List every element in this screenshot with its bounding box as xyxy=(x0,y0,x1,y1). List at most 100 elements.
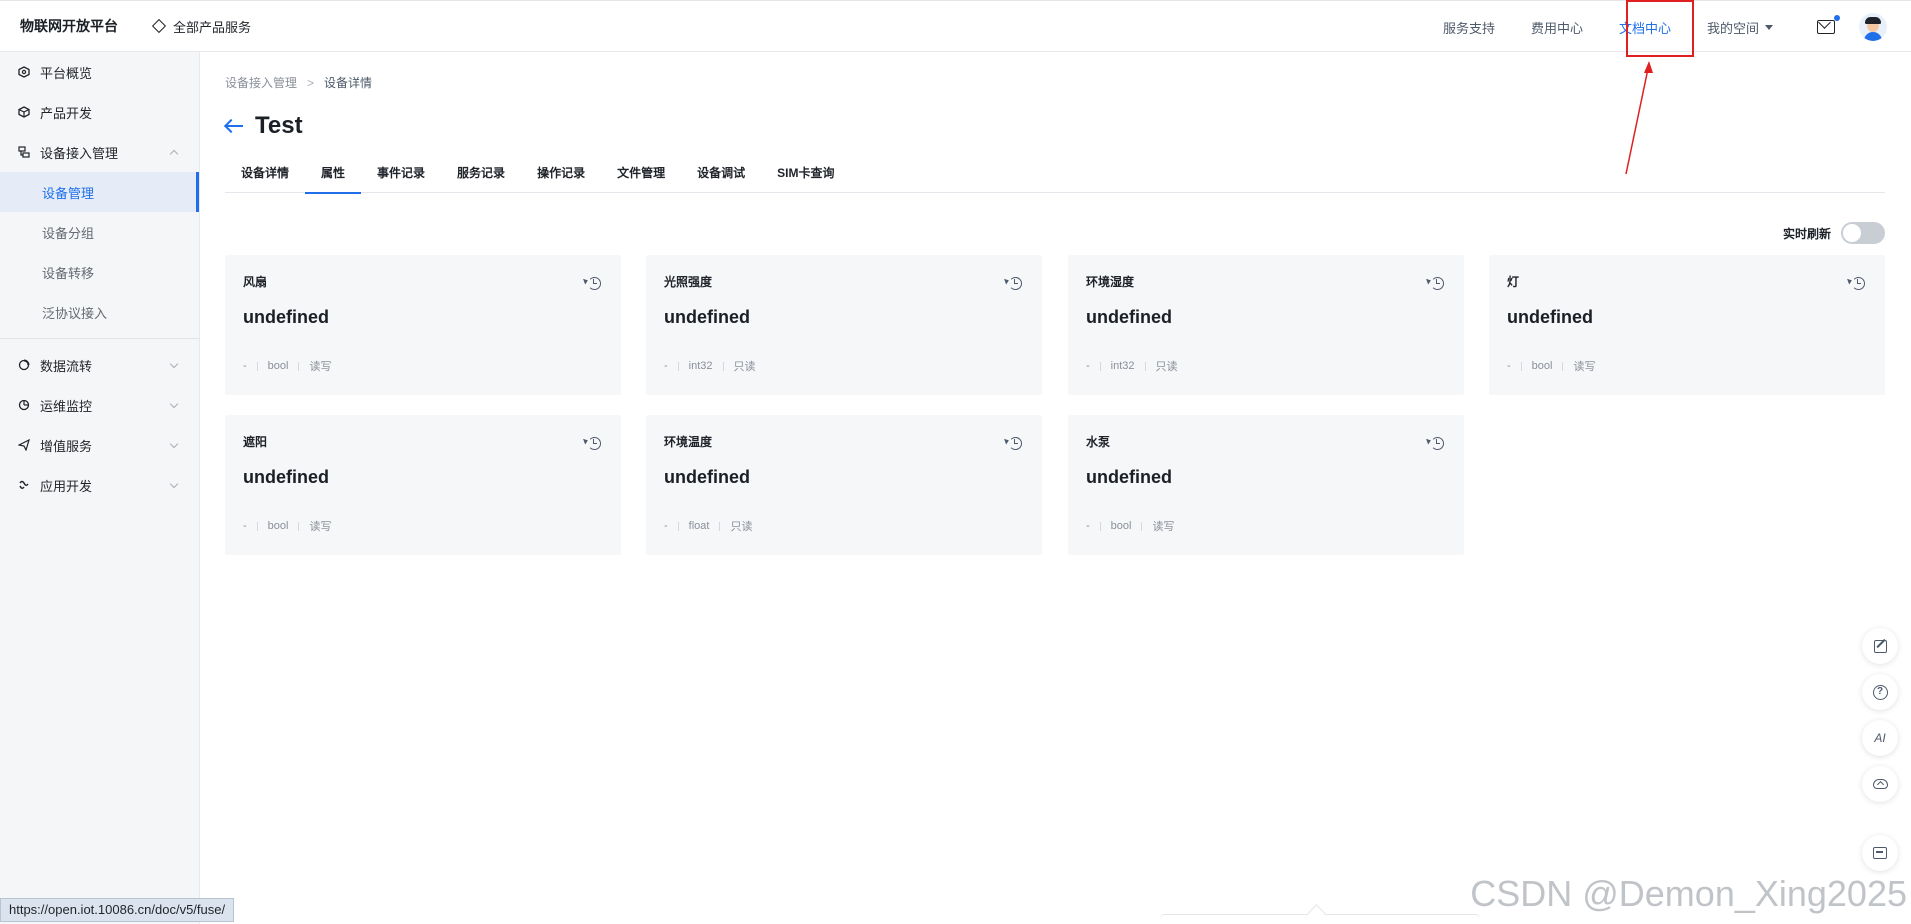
history-icon[interactable] xyxy=(1431,277,1444,290)
top-header: 物联网开放平台 全部产品服务 服务支持 费用中心 文档中心 我的空间 xyxy=(0,0,1911,52)
property-type: bool xyxy=(1531,360,1553,372)
property-unit: - xyxy=(1507,360,1511,372)
realtime-refresh: 实时刷新 xyxy=(1783,222,1885,244)
overview-icon xyxy=(18,66,30,78)
property-name: 遮阳 xyxy=(243,435,268,449)
notification-dot xyxy=(1834,15,1840,21)
chevron-down-icon xyxy=(169,359,179,369)
caret-down-icon xyxy=(1765,24,1773,30)
sidebar-item-overview[interactable]: 平台概览 xyxy=(0,52,199,92)
cube-icon xyxy=(18,106,30,118)
sidebar-sub-device-group[interactable]: 设备分组 xyxy=(0,212,199,252)
property-access: 只读 xyxy=(1155,361,1178,373)
chevron-up-icon xyxy=(169,149,179,159)
app-icon xyxy=(18,479,30,491)
history-icon[interactable] xyxy=(1009,437,1022,450)
history-icon[interactable] xyxy=(1009,277,1022,290)
edit-icon xyxy=(1873,639,1887,653)
tab-file-manage[interactable]: 文件管理 xyxy=(601,156,681,193)
history-icon[interactable] xyxy=(588,437,601,450)
device-access-icon xyxy=(18,146,30,158)
property-type: int32 xyxy=(1110,360,1135,372)
feedback-button[interactable] xyxy=(1862,628,1898,664)
avatar[interactable] xyxy=(1859,13,1887,41)
tab-properties[interactable]: 属性 xyxy=(305,156,362,194)
property-value: undefined xyxy=(664,467,750,487)
mail-icon[interactable] xyxy=(1817,15,1840,34)
sidebar-divider xyxy=(0,338,199,339)
sidebar-item-value-added[interactable]: 增值服务 xyxy=(0,425,199,465)
history-icon[interactable] xyxy=(1431,437,1444,450)
breadcrumb-parent[interactable]: 设备接入管理 xyxy=(225,74,297,91)
nav-billing-center[interactable]: 费用中心 xyxy=(1531,18,1583,37)
property-card: 水泵 undefined - bool 读写 xyxy=(1068,415,1464,555)
sidebar-sub-device-manage[interactable]: 设备管理 xyxy=(0,172,199,212)
breadcrumb-separator: > xyxy=(307,75,315,90)
minimize-button[interactable] xyxy=(1862,835,1898,871)
tab-event-log[interactable]: 事件记录 xyxy=(361,156,441,193)
property-meta: - float 只读 xyxy=(664,518,752,534)
tab-service-log[interactable]: 服务记录 xyxy=(441,156,521,193)
meta-divider xyxy=(1144,361,1146,371)
tab-operation-log[interactable]: 操作记录 xyxy=(521,156,601,193)
history-icon[interactable] xyxy=(1852,277,1865,290)
title-row: Test xyxy=(225,112,303,140)
sidebar-item-device-access[interactable]: 设备接入管理 xyxy=(0,132,199,172)
property-value: undefined xyxy=(243,467,329,487)
tab-sim-query[interactable]: SIM卡查询 xyxy=(761,156,850,193)
diamond-icon xyxy=(151,18,167,34)
property-unit: - xyxy=(664,360,668,372)
meta-divider xyxy=(1099,361,1101,371)
property-card: 环境温度 undefined - float 只读 xyxy=(646,415,1042,555)
sidebar-sub-protocol-access[interactable]: 泛协议接入 xyxy=(0,292,199,332)
property-type: bool xyxy=(267,520,289,532)
property-unit: - xyxy=(243,360,247,372)
property-unit: - xyxy=(243,520,247,532)
property-access: 只读 xyxy=(733,361,756,373)
property-card: 光照强度 undefined - int32 只读 xyxy=(646,255,1042,395)
sidebar-item-label: 应用开发 xyxy=(40,478,93,494)
sidebar-item-app-dev[interactable]: 应用开发 xyxy=(0,465,199,505)
all-products-menu[interactable]: 全部产品服务 xyxy=(151,17,251,36)
property-name: 水泵 xyxy=(1086,435,1111,449)
meta-divider xyxy=(677,521,679,531)
chevron-down-icon xyxy=(169,439,179,449)
property-name: 灯 xyxy=(1507,275,1520,289)
sidebar-sub-device-transfer[interactable]: 设备转移 xyxy=(0,252,199,292)
meta-divider xyxy=(256,361,258,371)
property-access: 只读 xyxy=(730,521,753,533)
property-type: int32 xyxy=(688,360,713,372)
history-icon[interactable] xyxy=(588,277,601,290)
property-meta: - bool 读写 xyxy=(243,518,331,534)
property-value: undefined xyxy=(1086,467,1172,487)
property-name: 环境温度 xyxy=(664,435,713,449)
meta-divider xyxy=(1520,361,1522,371)
realtime-refresh-toggle[interactable] xyxy=(1841,222,1885,244)
toggle-knob xyxy=(1843,224,1861,242)
upload-button[interactable] xyxy=(1862,766,1898,802)
my-space-dropdown[interactable]: 我的空间 xyxy=(1707,18,1773,37)
help-button[interactable]: ? xyxy=(1862,674,1898,710)
breadcrumb-current: 设备详情 xyxy=(324,76,373,90)
nav-service-support[interactable]: 服务支持 xyxy=(1443,18,1495,37)
sidebar-item-ops-monitor[interactable]: 运维监控 xyxy=(0,385,199,425)
property-unit: - xyxy=(1086,360,1090,372)
tab-device-debug[interactable]: 设备调试 xyxy=(681,156,761,193)
breadcrumb: 设备接入管理 > 设备详情 xyxy=(225,74,372,91)
property-unit: - xyxy=(664,520,668,532)
watermark: CSDN @Demon_Xing2025 xyxy=(1470,873,1907,914)
meta-divider xyxy=(298,361,300,371)
meta-divider xyxy=(298,521,300,531)
sidebar-item-data-flow[interactable]: 数据流转 xyxy=(0,345,199,385)
sidebar-item-label: 数据流转 xyxy=(40,358,93,374)
sidebar-item-label: 设备接入管理 xyxy=(40,145,119,161)
ai-button[interactable]: AI xyxy=(1862,720,1898,756)
status-url: https://open.iot.10086.cn/doc/v5/fuse/ xyxy=(0,898,235,922)
property-name: 环境湿度 xyxy=(1086,275,1135,289)
property-name: 风扇 xyxy=(243,275,268,289)
back-arrow-icon[interactable] xyxy=(225,119,243,133)
tab-device-detail[interactable]: 设备详情 xyxy=(225,156,305,193)
sidebar-item-product-dev[interactable]: 产品开发 xyxy=(0,92,199,132)
monitor-icon xyxy=(18,399,30,411)
meta-divider xyxy=(1141,521,1143,531)
